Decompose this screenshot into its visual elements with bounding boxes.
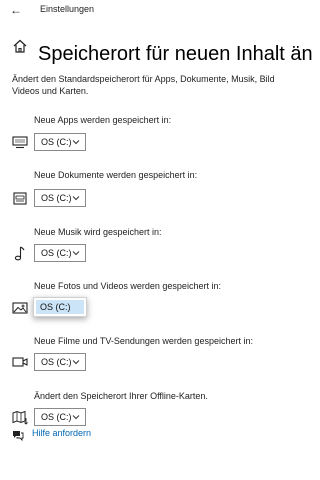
dropdown-value: OS (C:) xyxy=(41,357,72,367)
movies-location-dropdown[interactable]: OS (C:) xyxy=(34,353,86,371)
dropdown-option-selected[interactable]: OS (C:) xyxy=(36,300,84,314)
chevron-down-icon xyxy=(72,251,80,256)
documents-location-dropdown[interactable]: OS (C:) xyxy=(34,189,86,207)
window-title: Einstellungen xyxy=(40,4,95,14)
chevron-down-icon xyxy=(72,360,80,365)
photos-location-dropdown-open[interactable]: OS (C:) xyxy=(33,297,87,317)
dropdown-value: OS (C:) xyxy=(41,193,72,203)
help-chat-icon xyxy=(13,431,24,441)
map-icon xyxy=(12,410,28,425)
chevron-down-icon xyxy=(72,140,80,145)
section-label: Neue Fotos und Videos werden gespeichert… xyxy=(34,281,221,291)
music-location-dropdown[interactable]: OS (C:) xyxy=(34,244,86,262)
chevron-down-icon xyxy=(72,415,80,420)
section-label: Neue Musik wird gespeichert in: xyxy=(34,227,162,237)
help-link[interactable]: Hilfe anfordern xyxy=(32,428,91,438)
description-line: Videos und Karten. xyxy=(12,86,89,96)
apps-location-dropdown[interactable]: OS (C:) xyxy=(34,133,86,151)
music-note-icon xyxy=(14,246,25,261)
section-label: Ändert den Speicherort Ihrer Offline-Kar… xyxy=(34,391,208,401)
section-label: Neue Dokumente werden gespeichert in: xyxy=(34,170,198,180)
section-label: Neue Apps werden gespeichert in: xyxy=(34,115,172,125)
home-icon[interactable] xyxy=(12,38,28,54)
back-arrow-icon[interactable]: ← xyxy=(10,3,22,17)
description-line: Ändert den Standardspeicherort für Apps,… xyxy=(12,74,274,84)
dropdown-value: OS (C:) xyxy=(41,412,72,422)
monitor-icon xyxy=(12,136,28,149)
dropdown-value: OS (C:) xyxy=(41,137,72,147)
page-description: Ändert den Standardspeicherort für Apps,… xyxy=(12,73,274,97)
section-label: Neue Filme und TV-Sendungen werden gespe… xyxy=(34,336,253,346)
photo-icon xyxy=(12,302,28,314)
maps-location-dropdown[interactable]: OS (C:) xyxy=(34,408,86,426)
dropdown-value: OS (C:) xyxy=(41,248,72,258)
documents-icon xyxy=(13,192,27,205)
chevron-down-icon xyxy=(72,196,80,201)
title-bar: ← Einstellungen xyxy=(0,0,275,24)
page-title: Speicherort für neuen Inhalt än xyxy=(38,43,313,66)
video-camera-icon xyxy=(12,357,28,367)
